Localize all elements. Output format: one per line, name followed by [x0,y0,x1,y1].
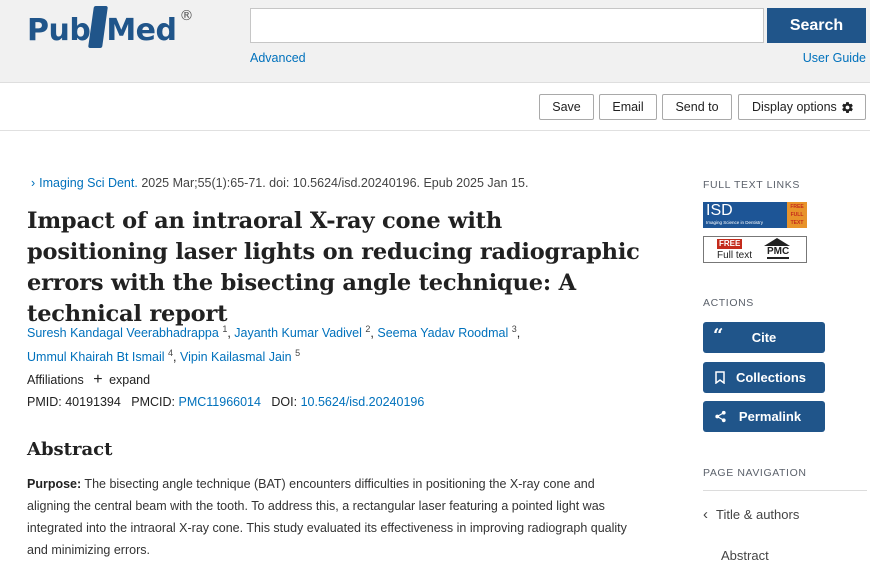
header: Pub Med ® Search Advanced User Guide [0,0,870,83]
author-link[interactable]: Jayanth Kumar Vadivel [234,326,362,340]
abstract-purpose: Purpose: The bisecting angle technique (… [27,473,637,561]
author-affiliation-number[interactable]: 3 [512,324,517,334]
registered-mark: ® [179,8,194,24]
search-button[interactable]: Search [767,8,866,43]
collections-label: Collections [735,370,807,385]
save-button[interactable]: Save [539,94,594,120]
article-title: Impact of an intraoral X-ray cone with p… [27,208,640,327]
display-options-button[interactable]: Display options [738,94,866,120]
author-list: Suresh Kandagal Veerabhadrappa 1, Jayant… [27,324,521,365]
isd-full-text-link[interactable]: ISD Imaging Science in Dentistry FREE FU… [703,202,807,228]
pmc-roof-icon [764,238,790,246]
chevron-left-icon: ‹ [703,506,708,523]
author-affiliation-number[interactable]: 4 [168,348,173,358]
cite-label: Cite [751,330,777,345]
action-toolbar: Save Email Send to Display options [0,83,870,131]
isd-free-line: FREE [790,204,804,210]
search-input[interactable] [250,8,764,43]
isd-logo-text: ISD [706,202,733,219]
page-navigation-label: PAGE NAVIGATION [703,467,807,479]
identifiers-line: PMID: 40191394 PMCID: PMC11966014 DOI: 1… [27,395,424,409]
nav-title-authors-label: Title & authors [716,507,800,522]
expand-label: expand [109,373,151,387]
pmc-logo: PMC [767,246,790,259]
advanced-search-link[interactable]: Advanced [250,51,306,65]
pmc-free-tag: FREE [717,239,743,249]
pmid-value: 40191394 [65,395,121,409]
isd-text-line: TEXT [790,220,804,226]
send-to-button[interactable]: Send to [662,94,732,120]
plus-icon: + [93,371,103,388]
pmc-full-text-label: Full text [717,250,753,261]
page-nav-divider [703,490,867,491]
pmid-label: PMID: [27,395,62,409]
pmcid-label: PMCID: [131,395,176,409]
bookmark-icon [715,371,725,384]
quote-icon: “ [713,325,724,346]
isd-full-line: FULL [790,212,804,218]
logo-text-pub: Pub [27,12,91,48]
citation-line: › Imaging Sci Dent. 2025 Mar;55(1):65-71.… [31,176,528,190]
author-affiliation-number[interactable]: 2 [365,324,370,334]
author-link[interactable]: Suresh Kandagal Veerabhadrappa [27,326,219,340]
chevron-right-icon: › [31,176,36,190]
gear-icon [842,102,853,113]
collections-button[interactable]: Collections [703,362,825,393]
isd-subtitle: Imaging Science in Dentistry [706,220,764,225]
author-affiliation-number[interactable]: 1 [222,324,227,334]
pubmed-logo[interactable]: Pub Med ® [27,6,193,54]
share-icon [715,410,726,423]
isd-free-full-text-tag: FREE FULL TEXT [787,202,807,228]
permalink-button[interactable]: Permalink [703,401,825,432]
doi-label: DOI: [271,395,298,409]
citation-details: 2025 Mar;55(1):65-71. doi: 10.5624/isd.2… [137,176,529,190]
nav-title-authors[interactable]: ‹ Title & authors [703,506,799,523]
author-affiliation-number[interactable]: 5 [295,348,300,358]
journal-link[interactable]: Imaging Sci Dent. [39,176,138,190]
author-link[interactable]: Ummul Khairah Bt Ismail [27,350,165,364]
purpose-label: Purpose: [27,477,82,491]
email-button[interactable]: Email [599,94,657,120]
affiliations-toggle[interactable]: Affiliations + expand [27,371,150,389]
cite-button[interactable]: “ Cite [703,322,825,353]
logo-mark-icon [88,6,109,48]
abstract-heading: Abstract [27,439,113,460]
full-text-links-label: FULL TEXT LINKS [703,179,800,191]
actions-label: ACTIONS [703,297,754,309]
pmcid-link[interactable]: PMC11966014 [179,395,261,409]
purpose-text: The bisecting angle technique (BAT) enco… [27,477,627,557]
display-options-label: Display options [752,100,837,114]
pmc-full-text-link[interactable]: FREE Full text PMC [703,236,807,263]
affiliations-label: Affiliations [27,373,84,387]
permalink-label: Permalink [738,409,802,424]
nav-abstract[interactable]: Abstract [721,548,769,563]
doi-link[interactable]: 10.5624/isd.20240196 [301,395,425,409]
user-guide-link[interactable]: User Guide [803,51,866,65]
author-link[interactable]: Seema Yadav Roodmal [377,326,508,340]
author-link[interactable]: Vipin Kailasmal Jain [180,350,292,364]
logo-text-med: Med [106,12,177,48]
